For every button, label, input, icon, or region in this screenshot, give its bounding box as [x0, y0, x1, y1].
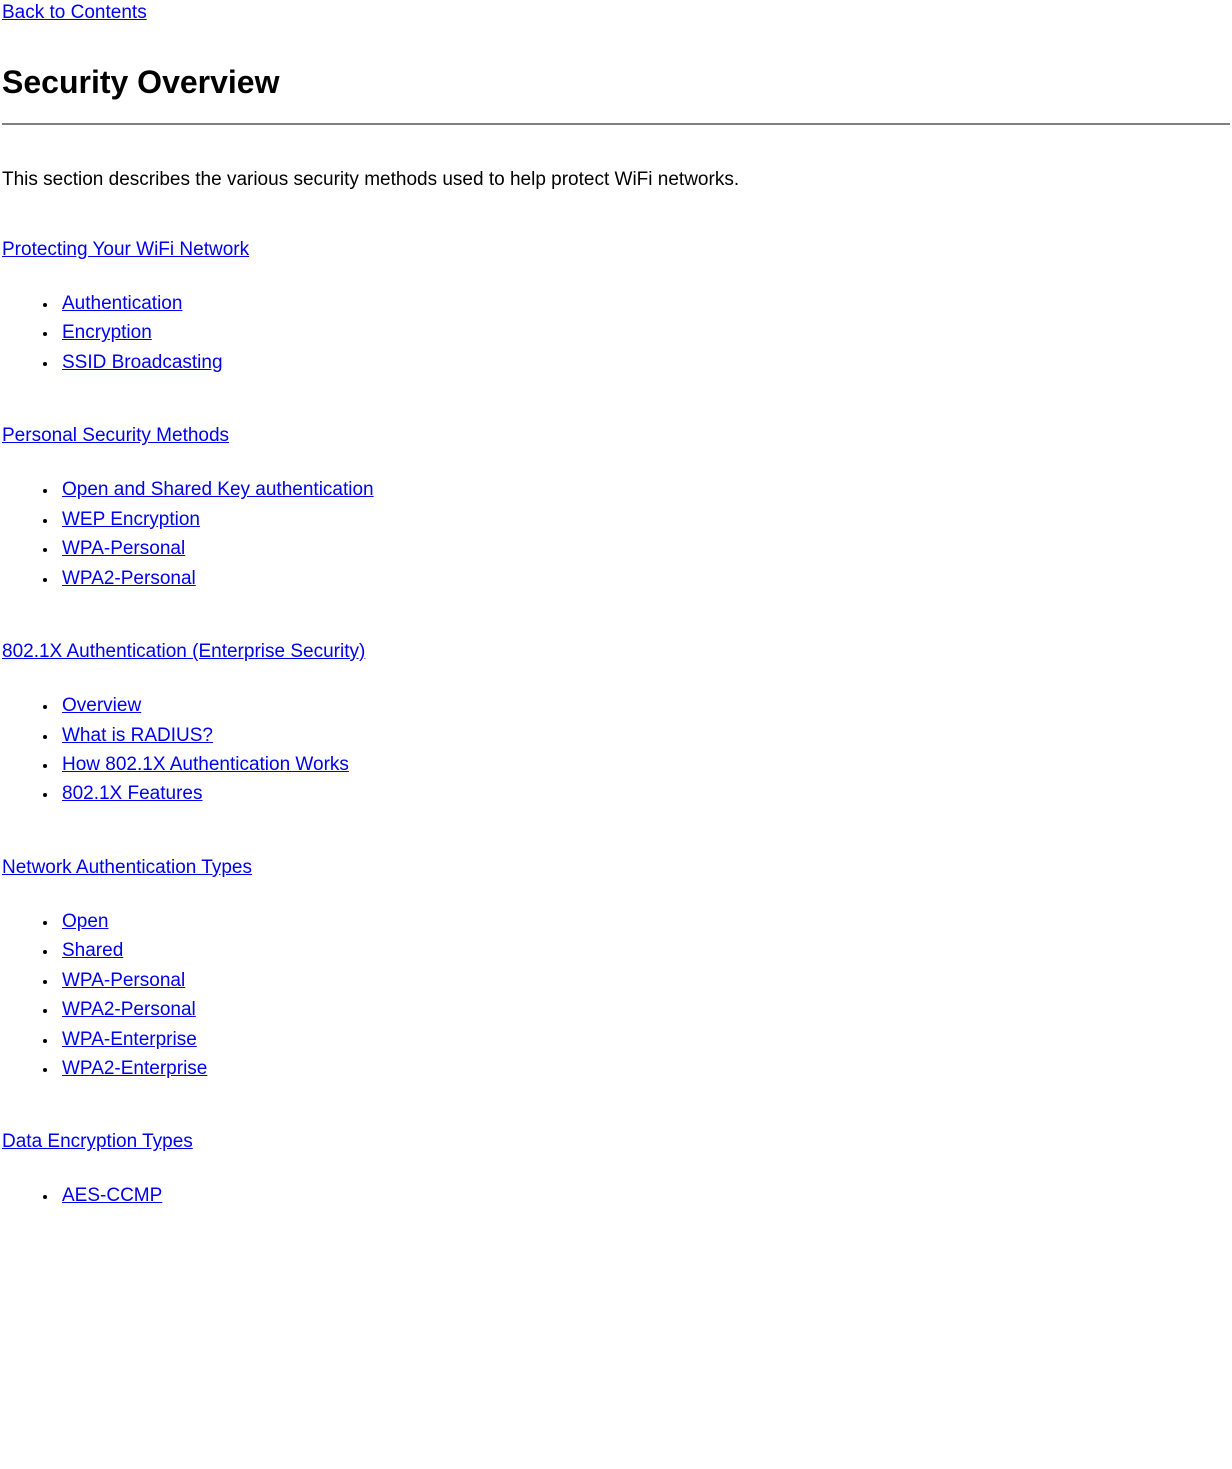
- nested-list-personal-security: Open and Shared Key authentication WEP E…: [58, 475, 1232, 593]
- list-item: Authentication: [58, 289, 1232, 318]
- list-item: What is RADIUS?: [58, 721, 1232, 750]
- list-item: WPA-Personal: [58, 966, 1232, 995]
- link-open[interactable]: Open: [62, 911, 108, 932]
- nested-list-data-encryption-types: AES-CCMP: [58, 1181, 1232, 1210]
- list-item: WPA-Enterprise: [58, 1025, 1232, 1054]
- link-wpa-personal-2[interactable]: WPA-Personal: [62, 970, 185, 991]
- link-8021x-features[interactable]: 802.1X Features: [62, 783, 202, 804]
- link-wep-encryption[interactable]: WEP Encryption: [62, 509, 200, 530]
- nested-list-network-auth-types: Open Shared WPA-Personal WPA2-Personal W…: [58, 907, 1232, 1084]
- nested-list-protecting: Authentication Encryption SSID Broadcast…: [58, 289, 1232, 377]
- list-item: AES-CCMP: [58, 1181, 1232, 1210]
- link-authentication[interactable]: Authentication: [62, 293, 182, 314]
- section-link-protecting[interactable]: Protecting Your WiFi Network: [2, 239, 1232, 261]
- list-item: WPA2-Enterprise: [58, 1054, 1232, 1083]
- intro-paragraph: This section describes the various secur…: [2, 169, 1232, 191]
- list-item: Encryption: [58, 318, 1232, 347]
- link-aes-ccmp[interactable]: AES-CCMP: [62, 1185, 162, 1206]
- page-title: Security Overview: [2, 64, 1232, 101]
- list-item: Shared: [58, 936, 1232, 965]
- back-to-contents-link[interactable]: Back to Contents: [2, 2, 147, 24]
- link-radius[interactable]: What is RADIUS?: [62, 725, 213, 746]
- section-link-data-encryption-types[interactable]: Data Encryption Types: [2, 1131, 1232, 1153]
- link-wpa-enterprise[interactable]: WPA-Enterprise: [62, 1029, 197, 1050]
- section-link-network-auth-types[interactable]: Network Authentication Types: [2, 857, 1232, 879]
- list-item: SSID Broadcasting: [58, 348, 1232, 377]
- link-wpa-personal[interactable]: WPA-Personal: [62, 538, 185, 559]
- list-item: WEP Encryption: [58, 505, 1232, 534]
- link-ssid-broadcasting[interactable]: SSID Broadcasting: [62, 352, 223, 373]
- section-link-personal-security[interactable]: Personal Security Methods: [2, 425, 1232, 447]
- list-item: Overview: [58, 691, 1232, 720]
- list-item: Open: [58, 907, 1232, 936]
- list-item: WPA2-Personal: [58, 995, 1232, 1024]
- link-wpa2-personal[interactable]: WPA2-Personal: [62, 568, 196, 589]
- link-encryption[interactable]: Encryption: [62, 322, 152, 343]
- link-how-8021x-works[interactable]: How 802.1X Authentication Works: [62, 754, 349, 775]
- link-overview[interactable]: Overview: [62, 695, 141, 716]
- nested-list-8021x: Overview What is RADIUS? How 802.1X Auth…: [58, 691, 1232, 809]
- link-open-shared-key[interactable]: Open and Shared Key authentication: [62, 479, 374, 500]
- link-shared[interactable]: Shared: [62, 940, 123, 961]
- list-item: Open and Shared Key authentication: [58, 475, 1232, 504]
- link-wpa2-personal-2[interactable]: WPA2-Personal: [62, 999, 196, 1020]
- list-item: WPA2-Personal: [58, 564, 1232, 593]
- divider: [2, 123, 1230, 125]
- list-item: How 802.1X Authentication Works: [58, 750, 1232, 779]
- section-link-8021x[interactable]: 802.1X Authentication (Enterprise Securi…: [2, 641, 1232, 663]
- list-item: 802.1X Features: [58, 779, 1232, 808]
- list-item: WPA-Personal: [58, 534, 1232, 563]
- link-wpa2-enterprise[interactable]: WPA2-Enterprise: [62, 1058, 207, 1079]
